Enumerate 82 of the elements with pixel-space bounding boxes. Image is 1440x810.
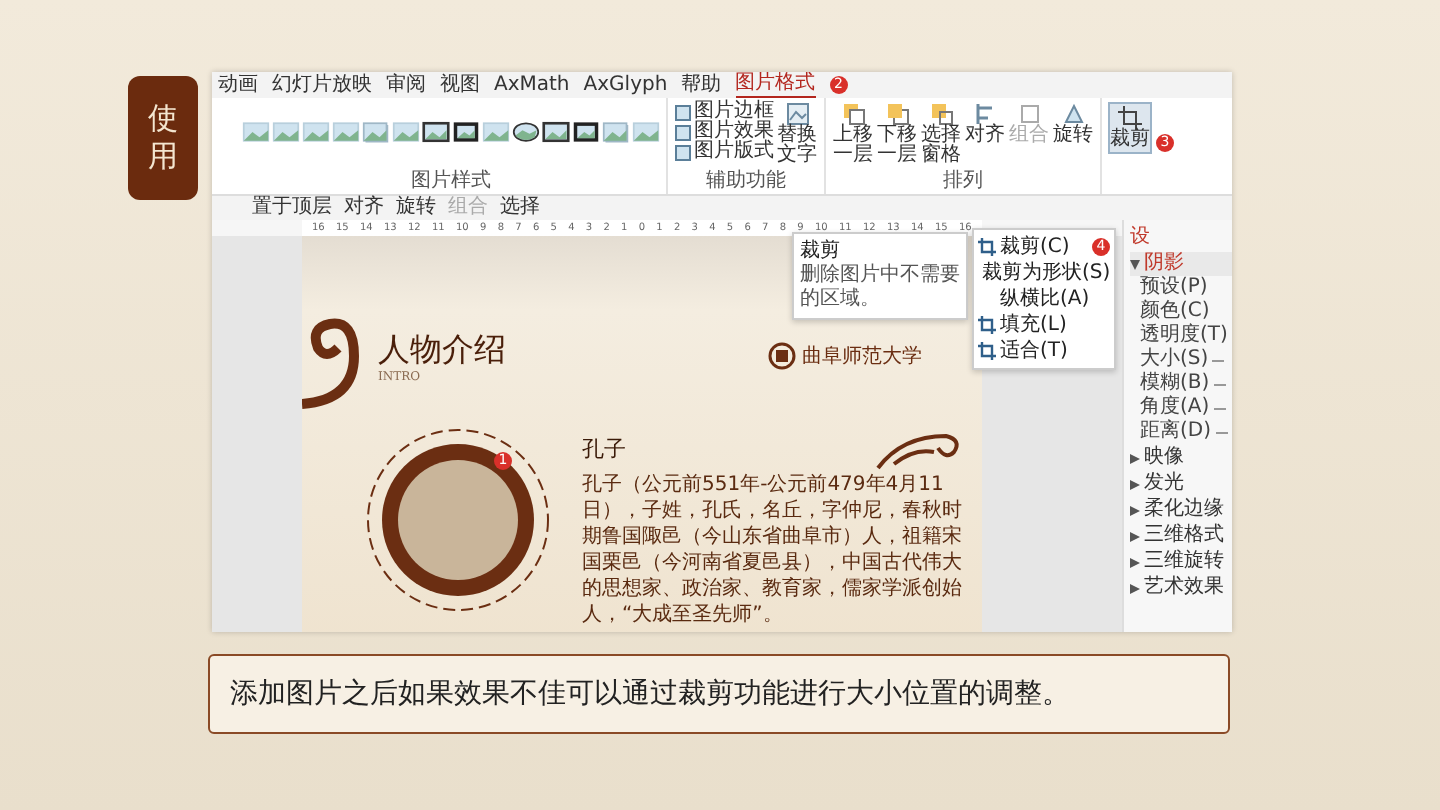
pane-section[interactable]: 发光	[1130, 472, 1232, 496]
pane-section[interactable]: 阴影	[1130, 252, 1232, 276]
collapse-arrow-icon	[1130, 259, 1140, 269]
biography-text: 孔子（公元前551年-公元前479年4月11日），子姓，孔氏，名丘，字仲尼，春秋时期鲁国陬邑（今山东省曲阜市）人，祖籍宋国栗邑（今河南省夏邑县），中国古代伟大的思想家、政治家、教育家，儒家学派创始人，“大成至圣先师”。	[582, 472, 962, 628]
picture-style-thumbnail[interactable]	[272, 118, 300, 146]
emblem-icon	[768, 342, 796, 370]
picture-style-thumbnail[interactable]	[542, 118, 570, 146]
group-label: 辅助功能	[706, 170, 786, 192]
arrange-icon	[1061, 102, 1085, 126]
picture-style-thumbnail[interactable]	[452, 118, 480, 146]
menu-item[interactable]: 裁剪为形状(S)	[974, 260, 1114, 286]
crop-icon	[978, 316, 996, 334]
section-label: 使用	[128, 76, 198, 200]
picture-icon	[785, 102, 809, 126]
field-label: 距离(D)	[1140, 420, 1212, 444]
field-label: 颜色(C)	[1140, 300, 1210, 323]
toolbar-button[interactable]: 置于顶层	[252, 196, 332, 220]
picture-style-thumbnail[interactable]	[422, 118, 450, 146]
ribbon-button[interactable]: 上移一层	[832, 102, 874, 166]
ribbon-tab[interactable]: 审阅	[386, 73, 426, 97]
tooltip-text: 删除图片中不需要的区域。	[800, 264, 960, 312]
field-label: 大小(S)	[1140, 348, 1209, 371]
crop-button[interactable]: 裁剪	[1108, 102, 1152, 154]
arrange-icon	[1017, 102, 1041, 126]
arrange-icon	[929, 102, 953, 126]
ribbon-button[interactable]: 图片效果	[674, 122, 774, 142]
picture-style-thumbnail[interactable]	[602, 118, 630, 146]
caption-text: 添加图片之后如果效果不佳可以通过裁剪功能进行大小位置的调整。	[208, 654, 1230, 734]
pane-section[interactable]: 艺术效果	[1130, 576, 1232, 600]
expand-arrow-icon	[1130, 453, 1140, 463]
ribbon-tab[interactable]: 动画	[218, 73, 258, 97]
menu-item[interactable]: 适合(T)	[974, 338, 1114, 364]
group-label: 图片样式	[411, 170, 491, 192]
crop-icon	[978, 238, 996, 256]
crop-icon	[978, 342, 996, 360]
ribbon-button[interactable]: 图片版式	[674, 142, 774, 162]
pane-section[interactable]: 柔化边缘	[1130, 498, 1232, 522]
expand-arrow-icon	[1130, 583, 1140, 593]
field-label: 透明度(T)	[1140, 324, 1228, 347]
ribbon-tab[interactable]: AxMath	[494, 73, 570, 97]
group-label: 排列	[943, 170, 983, 192]
pane-section[interactable]: 三维格式	[1130, 524, 1232, 548]
picture-style-thumbnail[interactable]	[242, 118, 270, 146]
pane-section[interactable]: 三维旋转	[1130, 550, 1232, 574]
ribbon-button[interactable]: 图片边框	[674, 102, 774, 122]
toolbar-button[interactable]: 对齐	[344, 196, 384, 220]
toolbar-button[interactable]: 选择	[500, 196, 540, 220]
picture-style-thumbnail[interactable]	[332, 118, 360, 146]
expand-arrow-icon	[1130, 479, 1140, 489]
field-label: 模糊(B)	[1140, 372, 1210, 395]
picture-style-thumbnail[interactable]	[362, 118, 390, 146]
crop-icon	[1118, 106, 1142, 130]
picture-style-thumbnail[interactable]	[572, 118, 600, 146]
ribbon-button[interactable]: 选择窗格	[920, 102, 962, 166]
expand-arrow-icon	[1130, 557, 1140, 567]
picture-style-thumbnail[interactable]	[302, 118, 330, 146]
logo-text: 曲阜师范大学	[802, 343, 922, 370]
ribbon-tab[interactable]: AxGlyph	[583, 73, 668, 97]
picture-style-thumbnail[interactable]	[392, 118, 420, 146]
menu-item[interactable]: 填充(L)	[974, 312, 1114, 338]
picture-style-thumbnail[interactable]	[632, 118, 660, 146]
arrange-icon	[973, 102, 997, 126]
ribbon-button[interactable]: 旋转	[1052, 102, 1094, 146]
menu-item[interactable]: 纵横比(A)	[974, 286, 1114, 312]
ribbon-tab[interactable]: 帮助	[681, 73, 722, 97]
field-label: 角度(A)	[1140, 396, 1210, 419]
ribbon-tab[interactable]: 视图	[440, 73, 480, 97]
tooltip-title: 裁剪	[800, 240, 842, 264]
ribbon-tab[interactable]: 幻灯片放映	[272, 73, 372, 97]
person-name: 孔子	[582, 433, 626, 463]
pane-title: 设	[1130, 226, 1152, 250]
toolbar-button[interactable]: 旋转	[396, 196, 436, 220]
picture-style-thumbnail[interactable]	[482, 118, 510, 146]
ribbon-button[interactable]: 替换文字	[776, 102, 818, 166]
slide-title: 人物介绍	[378, 329, 506, 369]
field-label: 预设(P)	[1140, 276, 1208, 299]
expand-arrow-icon	[1130, 505, 1140, 515]
picture-style-thumbnail[interactable]	[512, 118, 540, 146]
pane-section[interactable]: 映像	[1130, 446, 1232, 470]
ribbon-button[interactable]: 对齐	[964, 102, 1006, 146]
ribbon-button[interactable]: 下移一层	[876, 102, 918, 166]
expand-arrow-icon	[1130, 531, 1140, 541]
